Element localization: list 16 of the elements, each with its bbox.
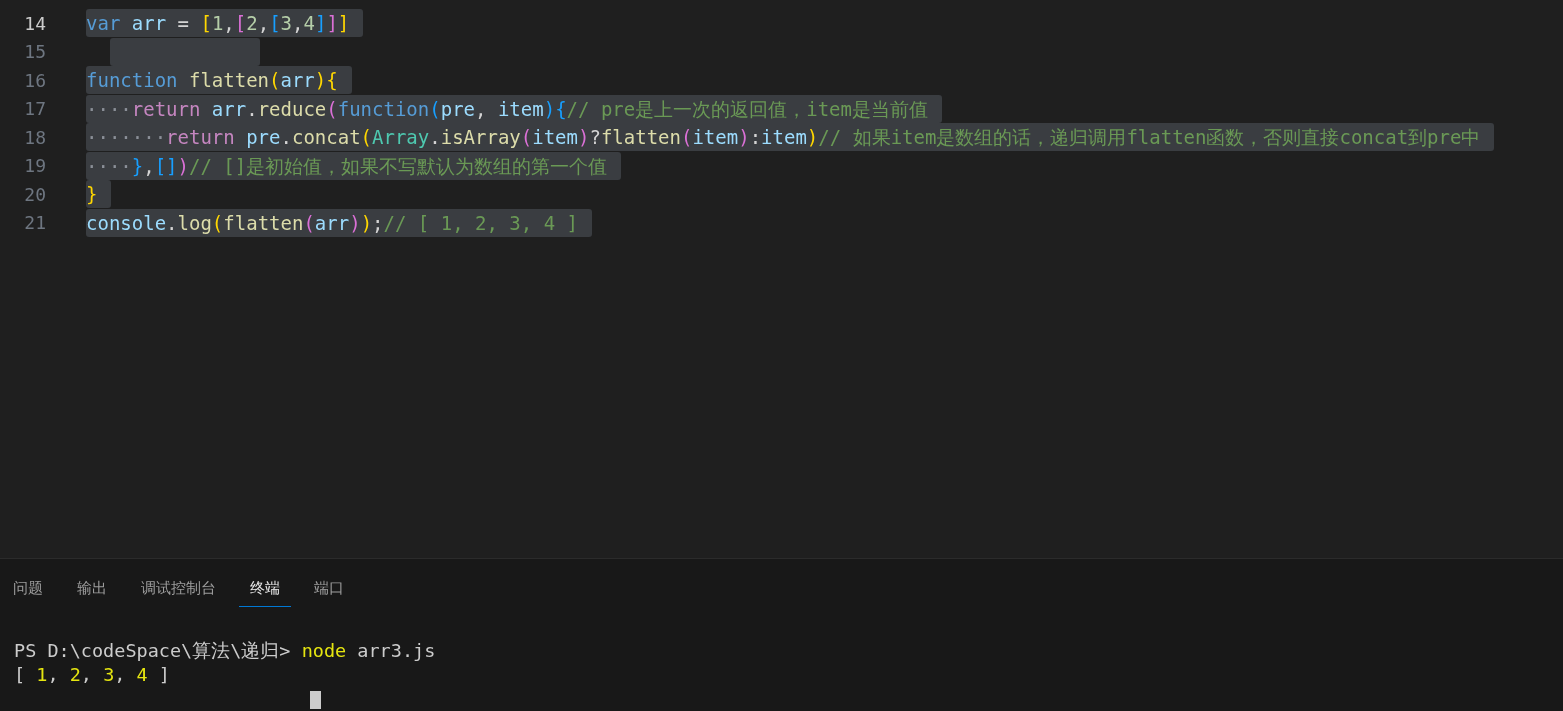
line-number: 21: [23, 212, 46, 234]
line-number: 15: [23, 41, 46, 63]
line-number: 19: [23, 155, 46, 177]
panel-tab[interactable]: 终端: [239, 577, 291, 607]
panel-tab[interactable]: 端口: [303, 577, 355, 607]
line-number: 20: [23, 183, 46, 205]
line-number: 14: [23, 12, 46, 34]
terminal-line: [ 1, 2, 3, 4 ]: [14, 663, 171, 687]
line-number: 17: [23, 98, 46, 120]
panel-tab[interactable]: 调试控制台: [130, 577, 227, 607]
line-number: 16: [23, 69, 46, 91]
panel-tab[interactable]: 问题: [2, 577, 54, 607]
line-number: 18: [23, 126, 46, 148]
terminal-line: PS D:\codeSpace\算法\递归> node arr3.js: [14, 639, 437, 663]
panel-tab[interactable]: 输出: [66, 577, 118, 607]
terminal-cursor: [310, 691, 321, 709]
